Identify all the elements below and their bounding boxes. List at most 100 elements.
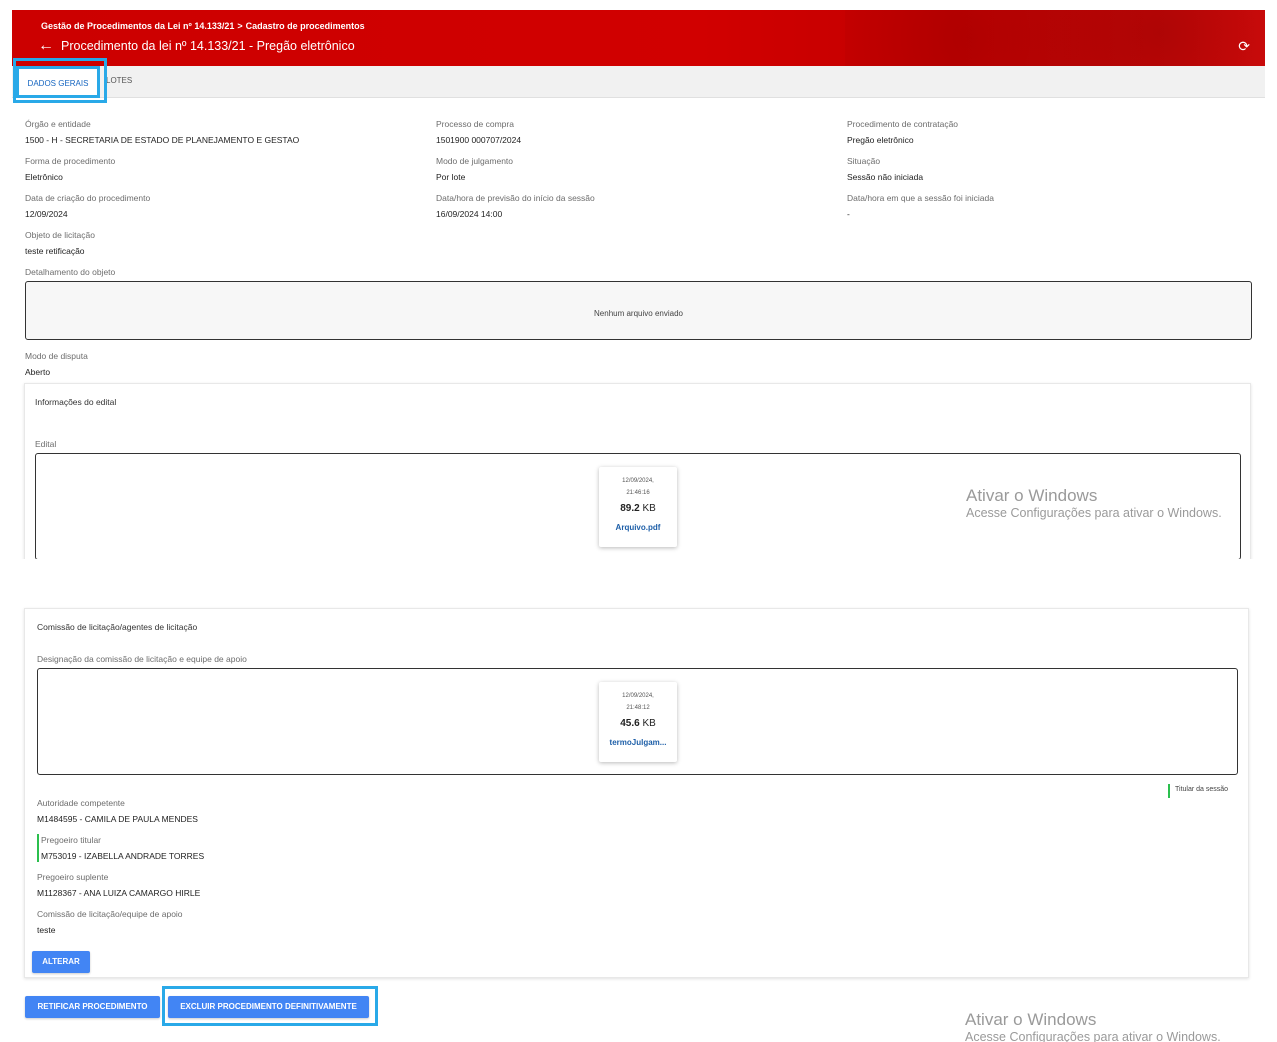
file-date-text: 12/09/2024, [622,693,654,699]
field-situacao: Situação Sessão não iniciada [847,156,923,182]
field-value: M753019 - IZABELLA ANDRADE TORRES [41,851,205,861]
file-size-unit: KB [642,503,656,514]
breadcrumb-current: Cadastro de procedimentos [245,21,365,31]
field-value: M1484595 - CAMILA DE PAULA MENDES [37,814,198,824]
field-label: Edital [35,439,57,449]
back-arrow-icon[interactable]: ← [38,38,54,54]
breadcrumb-separator: > [237,21,243,31]
field-label: Data/hora em que a sessão foi iniciada [847,193,994,203]
field-orgao: Órgão e entidade 1500 - H - SECRETARIA D… [25,119,299,145]
field-label: Forma de procedimento [25,156,116,166]
watermark-title: Ativar o Windows [966,486,1098,505]
field-julgamento: Modo de julgamento Por lote [436,156,513,182]
field-objeto: Objeto de licitação teste retificação [25,230,95,256]
field-label: Processo de compra [436,119,514,129]
comissao-card-title: Comissão de licitação/agentes de licitaç… [37,622,198,632]
legend-titular-sessao: Titular da sessão [1175,786,1229,793]
field-label: Data de criação do procedimento [25,193,151,203]
file-size-number: 45.6 [620,718,640,729]
field-value: Por lote [436,172,466,182]
field-value: M1128367 - ANA LUIZA CAMARGO HIRLE [37,888,201,898]
watermark-subtitle: Acesse Configurações para ativar o Windo… [965,1030,1221,1042]
field-label: Pregoeiro titular [41,835,102,845]
watermark-title: Ativar o Windows [965,1010,1097,1029]
field-procedimento-contratacao: Procedimento de contratação Pregão eletr… [847,119,958,145]
field-label: Pregoeiro suplente [37,872,109,882]
empty-file-message: Nenhum arquivo enviado [594,309,683,318]
field-equipe-apoio: Comissão de licitação/equipe de apoio te… [37,909,183,935]
field-value: 1501900 000707/2024 [436,135,522,145]
field-processo: Processo de compra 1501900 000707/2024 [436,119,521,145]
alterar-button[interactable]: ALTERAR [32,951,90,973]
breadcrumb: Gestão de Procedimentos da Lei nº 14.133… [41,21,365,31]
file-date: 12/09/2024, 21:46:16 [599,467,677,499]
file-time-text: 21:46:16 [626,490,650,496]
header-decoration [845,10,1265,66]
field-label: Autoridade competente [37,798,125,808]
field-sessao-iniciada: Data/hora em que a sessão foi iniciada - [847,193,994,219]
procedure-details-panel-continued: Comissão de licitação/agentes de licitaç… [12,602,1265,1042]
field-label: Comissão de licitação/equipe de apoio [37,909,183,919]
field-label: Modo de julgamento [436,156,514,166]
field-value: Aberto [25,367,51,377]
page-title: Procedimento da lei nº 14.133/21 - Pregã… [61,39,355,53]
field-label: Procedimento de contratação [847,119,959,129]
watermark-subtitle: Acesse Configurações para ativar o Windo… [966,506,1222,520]
field-forma: Forma de procedimento Eletrônico [25,156,115,182]
field-value: 1500 - H - SECRETARIA DE ESTADO DE PLANE… [25,135,300,145]
field-label: Situação [847,156,881,166]
field-autoridade: Autoridade competente M1484595 - CAMILA … [37,798,198,824]
field-pregoeiro-suplente: Pregoeiro suplente M1128367 - ANA LUIZA … [37,872,200,898]
file-name-link[interactable]: termoJulgam... [599,738,677,747]
app-header: Gestão de Procedimentos da Lei nº 14.133… [12,10,1265,66]
edital-card: Informações do edital Edital 12/09/2024,… [24,383,1251,559]
field-label: Designação da comissão de licitação e eq… [37,654,247,664]
tab-highlight-box [13,58,107,103]
detalhamento-file-area[interactable]: Nenhum arquivo enviado [25,281,1252,340]
file-size: 89.2 KB [599,503,677,514]
file-time-text: 21:48:12 [626,705,650,711]
field-value: teste retificação [25,246,85,256]
tab-bar: LOTES DADOS GERAIS [12,66,1265,98]
retificar-procedimento-button[interactable]: RETIFICAR PROCEDIMENTO [25,996,160,1018]
comissao-section-label: Designação da comissão de licitação e eq… [37,654,247,664]
field-label: Órgão e entidade [25,119,91,129]
field-value: Sessão não iniciada [847,172,924,182]
procedure-details-panel: Gestão de Procedimentos da Lei nº 14.133… [12,10,1265,559]
field-previsao-inicio: Data/hora de previsão do início da sessã… [436,193,595,219]
refresh-icon[interactable]: ⟳ [1238,38,1250,55]
file-date: 12/09/2024, 21:48:12 [599,682,677,714]
titular-indicator-bar [37,834,39,862]
field-detalhamento: Detalhamento do objeto [25,267,115,277]
file-size-number: 89.2 [620,503,640,514]
field-modo-disputa: Modo de disputa Aberto [25,351,88,377]
field-value: Pregão eletrônico [847,135,914,145]
comissao-file-area: 12/09/2024, 21:48:12 45.6 KB termoJulgam.… [37,668,1238,775]
field-pregoeiro-titular: Pregoeiro titular M753019 - IZABELLA AND… [41,835,204,861]
field-data-criacao: Data de criação do procedimento 12/09/20… [25,193,150,219]
file-date-text: 12/09/2024, [622,478,654,484]
field-label: Data/hora de previsão do início da sessã… [436,193,595,203]
field-label: Modo de disputa [25,351,88,361]
legend-color-swatch [1168,784,1170,798]
edital-card-title: Informações do edital [35,397,117,407]
edital-file-card[interactable]: 12/09/2024, 21:46:16 89.2 KB Arquivo.pdf [599,467,677,547]
field-value: Eletrônico [25,172,63,182]
field-value: - [847,209,850,219]
field-value: teste [37,925,56,935]
field-label: Objeto de licitação [25,230,95,240]
file-name-link[interactable]: Arquivo.pdf [599,523,677,532]
comissao-file-card[interactable]: 12/09/2024, 21:48:12 45.6 KB termoJulgam.… [599,682,677,762]
windows-activation-watermark-bottom: Ativar o Windows Acesse Configurações pa… [965,1010,1221,1042]
field-value: 16/09/2024 14:00 [436,209,503,219]
comissao-card: Comissão de licitação/agentes de licitaç… [24,608,1249,978]
file-size: 45.6 KB [599,718,677,729]
windows-activation-watermark: Ativar o Windows Acesse Configurações pa… [966,486,1222,520]
tab-lotes[interactable]: LOTES [106,66,132,98]
field-value: 12/09/2024 [25,209,68,219]
excluir-highlight-box [162,986,378,1026]
edital-section-label: Edital [35,439,56,449]
file-size-unit: KB [642,718,656,729]
field-label: Detalhamento do objeto [25,267,116,277]
breadcrumb-root[interactable]: Gestão de Procedimentos da Lei nº 14.133… [41,21,234,31]
